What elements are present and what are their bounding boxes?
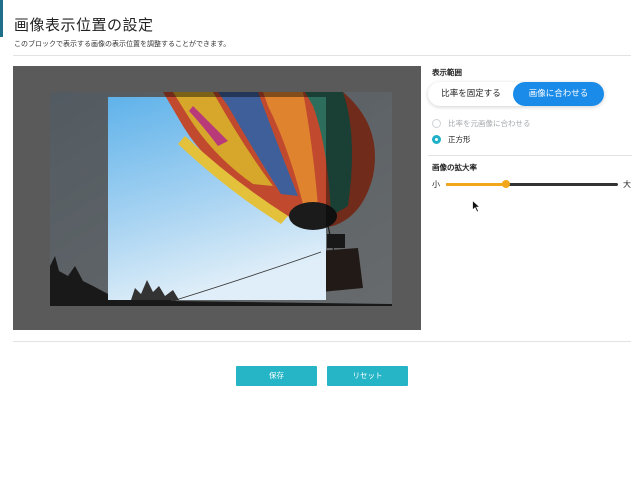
- save-button[interactable]: 保存: [236, 366, 317, 386]
- radio-button[interactable]: [432, 118, 441, 128]
- display-range-label: 表示範囲: [432, 68, 462, 77]
- balloon-photo: [50, 92, 392, 306]
- left-accent-bar: [0, 0, 3, 37]
- reset-button[interactable]: リセット: [327, 366, 408, 386]
- zoom-label: 画像の拡大率: [432, 163, 477, 172]
- display-range-toggle: 比率を固定する 画像に合わせる: [428, 82, 604, 106]
- aspect-option-label: 正方形: [448, 134, 471, 144]
- aspect-option-square[interactable]: 正方形: [432, 133, 471, 145]
- content-divider: [13, 341, 631, 342]
- page-title: 画像表示位置の設定: [14, 16, 154, 34]
- page-description: このブロックで表示する画像の表示位置を調整することができます。: [14, 40, 231, 48]
- zoom-min-label: 小: [432, 180, 440, 189]
- mouse-cursor-icon: [472, 198, 482, 217]
- fit-image-option[interactable]: 画像に合わせる: [513, 82, 604, 106]
- aspect-option-label: 比率を元画像に合わせる: [448, 118, 531, 128]
- aspect-option-original[interactable]: 比率を元画像に合わせる: [432, 117, 531, 129]
- zoom-slider[interactable]: [446, 180, 618, 188]
- zoom-slider-fill: [446, 183, 507, 186]
- zoom-slider-thumb[interactable]: [502, 180, 511, 188]
- image-preview-canvas[interactable]: [13, 66, 421, 330]
- fix-ratio-option[interactable]: 比率を固定する: [428, 82, 514, 106]
- header-divider: [13, 55, 631, 56]
- settings-divider: [428, 155, 632, 156]
- zoom-max-label: 大: [623, 180, 631, 189]
- radio-button-selected[interactable]: [432, 134, 441, 144]
